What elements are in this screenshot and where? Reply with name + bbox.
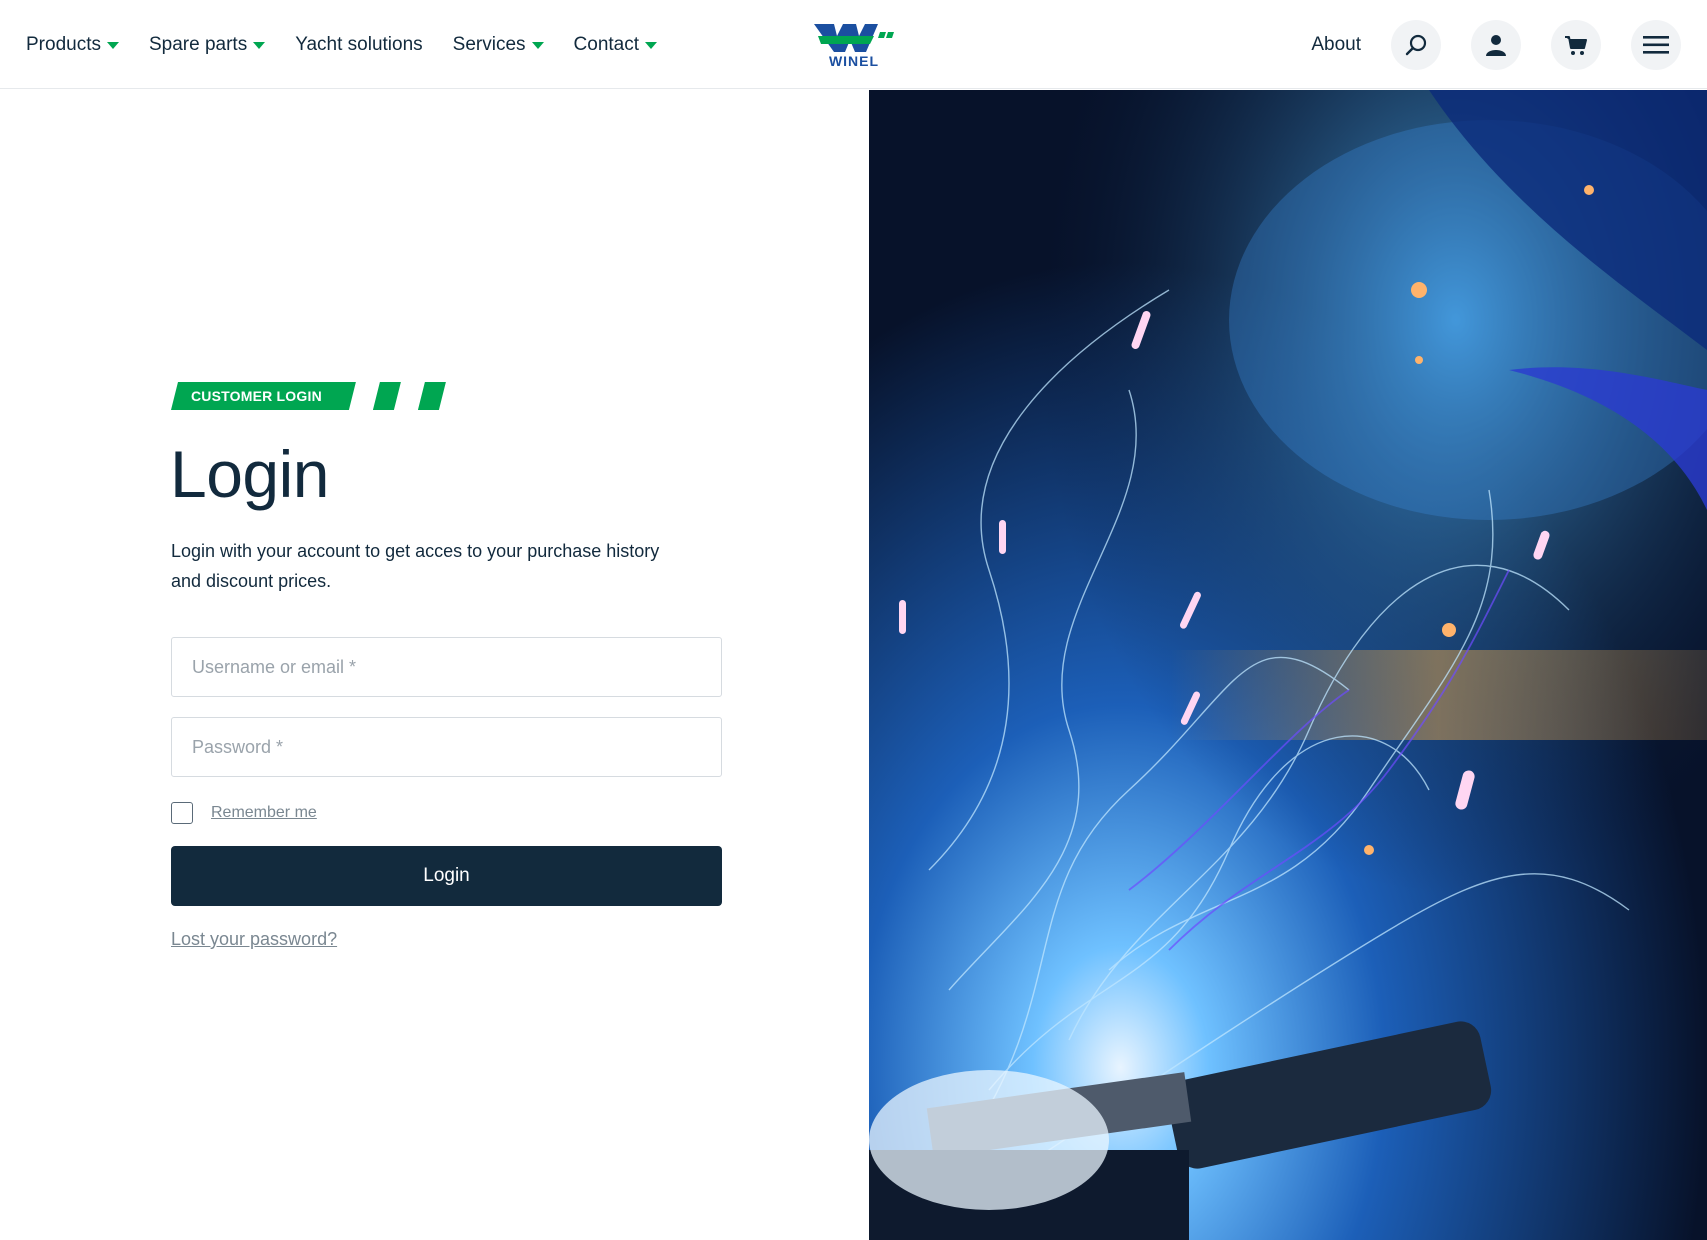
lost-password-link[interactable]: Lost your password? [171,929,337,950]
nav-spare-parts[interactable]: Spare parts [148,33,266,56]
password-field[interactable] [171,717,722,777]
utility-nav: About [1311,0,1681,89]
login-description: Login with your account to get acces to … [171,541,660,591]
caret-down-icon [645,42,658,49]
nav-label: Contact [573,33,640,55]
caret-down-icon [106,42,119,49]
menu-icon [1643,35,1669,54]
remember-label[interactable]: Remember me [211,804,317,822]
nav-label: Yacht solutions [295,33,423,55]
svg-text:WINEL: WINEL [829,53,879,68]
section-tag: CUSTOMER LOGIN [171,382,446,410]
cart-button[interactable] [1551,19,1601,70]
account-button[interactable] [1471,19,1521,70]
nav-label: Services [452,33,526,55]
login-button[interactable]: Login [171,846,722,906]
nav-contact[interactable]: Contact [573,33,658,56]
remember-me: Remember me [171,802,317,824]
user-icon [1486,34,1506,56]
search-icon [1405,34,1427,55]
nav-about[interactable]: About [1311,34,1361,56]
cart-icon [1565,35,1587,55]
nav-products[interactable]: Products [26,34,119,56]
caret-down-icon [531,42,544,49]
remember-checkbox[interactable] [171,802,193,824]
decorative-slash [418,382,446,410]
site-header: Products Spare parts Yacht solutions Ser… [0,0,1707,89]
nav-label: Products [26,33,101,55]
winel-logo[interactable]: WINEL [814,22,894,69]
menu-button[interactable] [1631,19,1681,70]
nav-services[interactable]: Services [453,34,544,56]
main-nav: Products Spare parts Yacht solutions Ser… [26,0,687,89]
decorative-slash [373,382,401,410]
username-field[interactable] [171,637,722,697]
nav-label: Spare parts [148,33,248,55]
nav-yacht-solutions[interactable]: Yacht solutions [295,34,422,56]
customer-login-tag: CUSTOMER LOGIN [171,382,356,410]
caret-down-icon [253,42,266,49]
search-button[interactable] [1391,19,1441,70]
welding-hero-image [869,90,1707,1240]
page-title: Login [170,437,330,511]
